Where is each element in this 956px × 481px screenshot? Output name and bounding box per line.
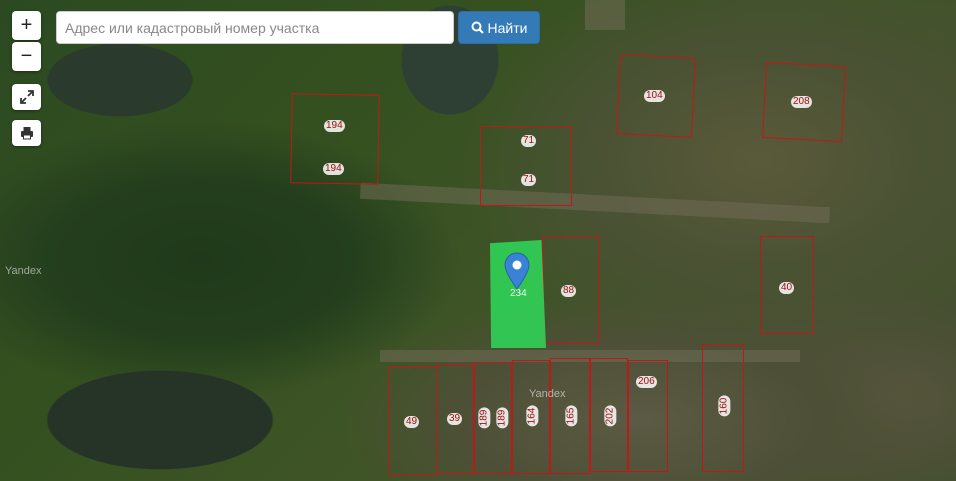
print-icon: [20, 127, 33, 140]
parcel-label: 194: [323, 163, 344, 175]
road: [359, 182, 831, 224]
zoom-in-button[interactable]: +: [12, 11, 41, 40]
search-input[interactable]: [56, 11, 454, 44]
parcel-label: 194: [324, 120, 345, 132]
expand-icon: [19, 90, 34, 104]
parcel-label: 40: [779, 282, 795, 294]
parcel-label: 49: [404, 416, 420, 428]
search-icon: [471, 21, 484, 34]
zoom-out-button[interactable]: −: [12, 42, 41, 71]
parcel-label: 164: [526, 405, 539, 427]
find-button[interactable]: Найти: [458, 11, 540, 44]
map-watermark: Yandex: [5, 265, 42, 277]
parcel-label: 160: [718, 395, 731, 417]
find-button-label: Найти: [487, 19, 528, 36]
parcel-label: 88: [561, 285, 577, 297]
map-watermark: Yandex: [529, 388, 566, 400]
fullscreen-button[interactable]: [12, 84, 41, 110]
location-marker-icon[interactable]: [504, 252, 530, 290]
parcel-label: 189: [478, 407, 491, 429]
parcel-label: 189: [496, 407, 509, 429]
road: [585, 0, 625, 30]
parcel-label: 202: [604, 405, 617, 427]
parcel-label: 39: [447, 413, 463, 425]
parcel-label: 208: [791, 96, 812, 108]
parcel-label: 71: [521, 135, 537, 147]
print-button[interactable]: [12, 120, 41, 146]
parcel-label: 71: [521, 174, 537, 186]
satellite-map[interactable]: 194 194 71 71 104 208 88 40 49 39 189 18…: [0, 0, 956, 481]
parcel-label: 104: [644, 90, 665, 102]
parcel-label: 206: [636, 376, 657, 388]
parcel-label: 165: [565, 405, 578, 427]
